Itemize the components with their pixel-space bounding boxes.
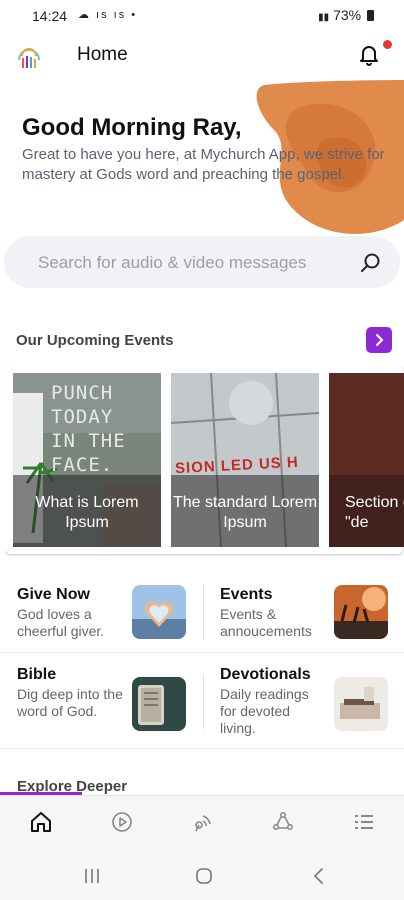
events-section-title: Our Upcoming Events — [16, 332, 174, 349]
tile-title: Bible — [17, 666, 57, 683]
page-title: Home — [77, 44, 128, 65]
events-thumbnail — [334, 585, 388, 639]
status-time: 14:24 — [32, 8, 68, 24]
bible-thumbnail — [132, 677, 186, 731]
battery-text: 73% — [333, 7, 362, 23]
podcast-icon[interactable] — [190, 810, 214, 834]
devotionals-thumbnail — [334, 677, 388, 731]
play-icon[interactable] — [110, 810, 134, 834]
greeting-message: Great to have you here, at Mychurch App,… — [22, 146, 385, 183]
bottom-tab-bar — [0, 795, 404, 850]
signal-icon: ▮▮ — [318, 12, 330, 23]
search-input[interactable]: Search for audio & video messages — [38, 253, 306, 273]
app-logo — [18, 48, 40, 68]
event-card-title: Section of "de — [345, 494, 404, 531]
event-card[interactable]: SION LED US H The standard Lorem Ipsum — [171, 373, 319, 547]
event-card[interactable]: Section of "de — [329, 373, 404, 547]
search-icon[interactable] — [360, 252, 382, 274]
grid-divider — [203, 674, 204, 730]
tile-subtitle: Daily readings for devoted living. — [220, 686, 309, 736]
tile-subtitle: Dig deep into the word of God. — [17, 686, 123, 719]
battery-icon — [367, 10, 374, 21]
app-header: Home — [0, 34, 404, 78]
recent-apps-icon[interactable] — [83, 867, 101, 885]
status-right: ▮▮ 73% — [318, 7, 374, 23]
event-card-title: The standard Lorem Ipsum — [172, 494, 318, 531]
notification-dot — [383, 40, 392, 49]
menu-list-icon[interactable] — [352, 810, 376, 834]
events-more-button[interactable] — [366, 327, 392, 353]
grid-divider — [203, 584, 204, 640]
back-icon[interactable] — [310, 867, 328, 885]
bell-icon[interactable] — [357, 42, 381, 66]
event-card[interactable]: PUNCH TODAY IN THE FACE. What is Lorem Ipsu… — [13, 373, 161, 547]
home-icon[interactable] — [29, 810, 53, 834]
status-indicators: ☁ ıs ıs • — [78, 9, 138, 21]
system-nav-bar — [0, 850, 404, 900]
event-image-text: PUNCH TODAY IN THE FACE. — [51, 382, 126, 476]
event-card-title: What is Lorem Ipsum — [35, 494, 139, 531]
greeting-heading: Good Morning Ray, — [22, 114, 242, 141]
community-icon[interactable] — [271, 810, 295, 834]
status-bar: 14:24 ☁ ıs ıs • ▮▮ 73% — [0, 0, 404, 32]
tile-title: Devotionals — [220, 666, 311, 683]
search-bar[interactable]: Search for audio & video messages — [4, 236, 400, 288]
home-nav-icon[interactable] — [195, 867, 213, 885]
give-now-thumbnail — [132, 585, 186, 639]
tile-title: Events — [220, 586, 273, 603]
tile-subtitle: God loves a cheerful giver. — [17, 606, 105, 639]
events-carousel[interactable]: PUNCH TODAY IN THE FACE. What is Lorem Ipsu… — [5, 366, 404, 556]
tile-title: Give Now — [17, 586, 90, 603]
tile-subtitle: Events & annoucements — [220, 606, 312, 639]
grid-row-divider — [0, 652, 404, 653]
chevron-right-icon — [375, 333, 384, 347]
grid-row-divider — [0, 748, 404, 749]
